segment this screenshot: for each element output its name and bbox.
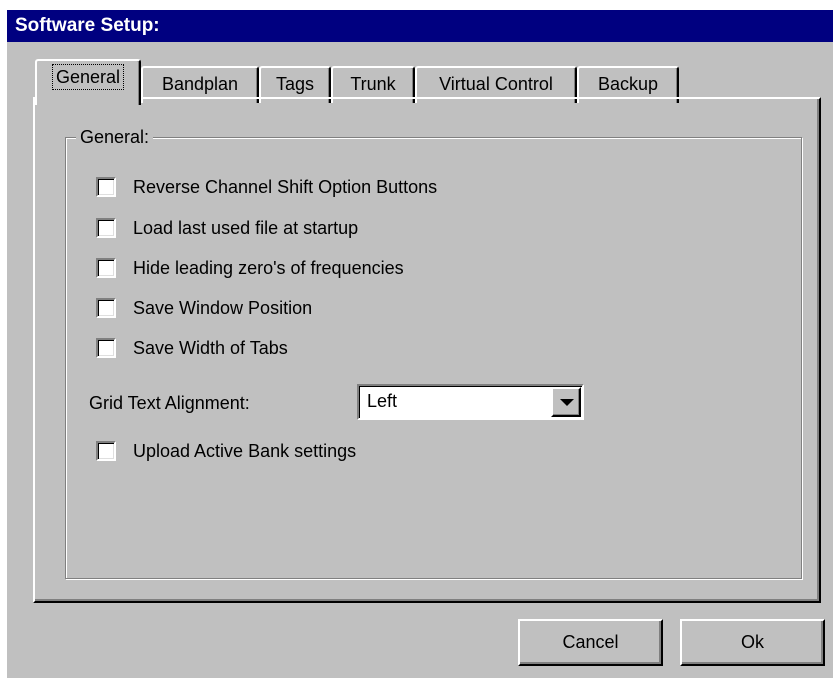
grid-text-alignment-label: Grid Text Alignment: — [89, 393, 250, 413]
tab-label: Backup — [597, 74, 659, 94]
checkbox[interactable] — [96, 218, 116, 238]
option-upload-active-bank[interactable]: Upload Active Bank settings — [96, 439, 356, 463]
window-title: Software Setup: — [7, 10, 833, 42]
option-label: Hide leading zero's of frequencies — [133, 257, 404, 278]
option-save-width-of-tabs[interactable]: Save Width of Tabs — [96, 336, 288, 360]
tab-label: Bandplan — [161, 74, 239, 94]
tab-label: Virtual Control — [439, 74, 553, 94]
ok-button[interactable]: Ok — [680, 619, 825, 666]
option-hide-leading-zeros[interactable]: Hide leading zero's of frequencies — [96, 256, 404, 280]
checkbox[interactable] — [96, 177, 116, 197]
select-value: Left — [367, 391, 398, 411]
checkbox[interactable] — [96, 338, 116, 358]
dropdown-button[interactable] — [551, 387, 581, 417]
option-load-last-file[interactable]: Load last used file at startup — [96, 216, 358, 240]
option-label: Reverse Channel Shift Option Buttons — [133, 176, 438, 197]
chevron-down-icon — [560, 399, 574, 406]
option-reverse-channel-shift[interactable]: Reverse Channel Shift Option Buttons — [96, 175, 437, 199]
tab-general[interactable]: General — [35, 59, 141, 105]
tab-label: Trunk — [350, 74, 396, 94]
option-label: Load last used file at startup — [133, 217, 359, 238]
option-label: Upload Active Bank settings — [133, 440, 357, 461]
cancel-button[interactable]: Cancel — [518, 619, 663, 666]
tab-label: General — [51, 64, 125, 90]
grid-text-alignment-select[interactable]: Left — [357, 384, 584, 420]
checkbox[interactable] — [96, 258, 116, 278]
checkbox[interactable] — [96, 441, 116, 461]
groupbox-title: General: — [76, 125, 154, 149]
option-label: Save Window Position — [133, 297, 313, 318]
option-label: Save Width of Tabs — [133, 337, 288, 358]
tab-label: Tags — [275, 74, 315, 94]
option-save-window-position[interactable]: Save Window Position — [96, 296, 312, 320]
checkbox[interactable] — [96, 298, 116, 318]
